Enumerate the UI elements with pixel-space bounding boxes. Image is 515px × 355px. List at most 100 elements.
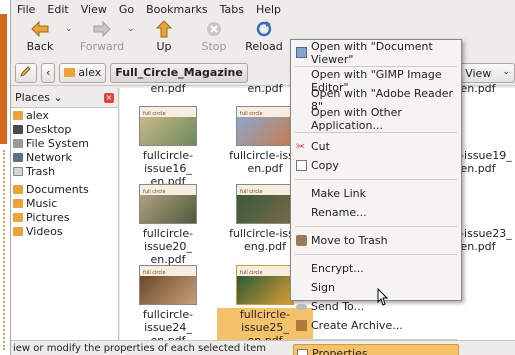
sidebar-item-label: File System (26, 136, 89, 150)
stop-label: Stop (201, 40, 227, 53)
breadcrumb-left-arrow[interactable]: ‹ (41, 62, 56, 83)
pdf-thumbnail: full circle (139, 106, 197, 146)
sidebar-item-label: Desktop (26, 122, 72, 136)
file-item[interactable]: full circle fullcircle-issue16_ en.pdf (120, 106, 216, 188)
file-item[interactable]: full circle fullcircle-issue20_ en.pdf (120, 184, 216, 266)
menu-item-label: Cut (311, 140, 330, 153)
menu-item-cut[interactable]: ✂ Cut (291, 137, 461, 156)
sidebar-item-label: Pictures (26, 210, 70, 224)
edit-location-toggle[interactable] (15, 62, 37, 83)
home-folder-icon (64, 68, 76, 77)
menu-view[interactable]: View (81, 3, 107, 16)
properties-icon (297, 349, 308, 355)
folder-icon (13, 198, 23, 208)
menu-item-properties[interactable]: Properties (293, 344, 459, 355)
folder-icon (13, 226, 23, 236)
file-name-line1: fullcircle-issue16_ (142, 149, 194, 175)
file-item[interactable]: en.pdf (120, 82, 216, 95)
back-arrow-icon (31, 20, 49, 38)
sidebar-item-trash[interactable]: Trash (11, 164, 118, 178)
sidebar-item-music[interactable]: Music (11, 196, 118, 210)
menu-item-open-document-viewer[interactable]: Open with "Document Viewer" (291, 40, 461, 66)
menu-file[interactable]: File (17, 3, 35, 16)
menu-item-label: Sign (311, 281, 335, 294)
document-viewer-icon (296, 47, 307, 58)
places-dropdown[interactable]: Places ⌄ (15, 91, 63, 104)
forward-button[interactable]: Forward (77, 18, 127, 60)
folder-icon (13, 184, 23, 194)
menu-edit[interactable]: Edit (47, 3, 68, 16)
menu-item-rename[interactable]: Rename... (291, 203, 461, 222)
menu-item-open-other[interactable]: Open with Other Application... (291, 106, 461, 132)
sidebar-item-label: Music (26, 196, 58, 210)
send-to-icon (296, 304, 307, 310)
sidebar-item-desktop[interactable]: Desktop (11, 122, 118, 136)
sidebar-item-network[interactable]: Network (11, 150, 118, 164)
sidebar-item-label: alex (26, 108, 49, 122)
chevron-down-icon: ⌄ (502, 67, 510, 77)
context-menu: Open with "Document Viewer" Open with "G… (290, 39, 462, 355)
reload-label: Reload (245, 40, 283, 53)
menu-item-label: Make Link (311, 187, 366, 200)
dotted-margin-line (3, 150, 6, 350)
breadcrumb-home[interactable]: alex (59, 62, 107, 83)
sidebar-item-documents[interactable]: Documents (11, 182, 118, 196)
network-icon (13, 152, 23, 162)
breadcrumb-current[interactable]: Full_Circle_Magazine (110, 62, 248, 83)
menu-item-create-archive[interactable]: Create Archive... (291, 316, 461, 335)
menu-item-label: Move to Trash (311, 234, 388, 247)
chevron-left-icon: ‹ (46, 66, 51, 79)
menu-item-move-to-trash[interactable]: Move to Trash (291, 231, 461, 250)
forward-history-chevron-icon[interactable]: ⌄ (127, 18, 139, 60)
breadcrumb-home-label: alex (78, 66, 102, 79)
stop-icon (205, 20, 223, 38)
mouse-pointer-icon (377, 287, 389, 310)
menu-item-encrypt[interactable]: Encrypt... (291, 259, 461, 278)
menu-bookmarks[interactable]: Bookmarks (146, 3, 207, 16)
stop-button[interactable]: Stop (189, 18, 239, 60)
menu-help[interactable]: Help (256, 3, 281, 16)
sidebar-item-alex[interactable]: alex (11, 108, 118, 122)
drive-icon (13, 138, 23, 148)
archive-icon (296, 320, 307, 331)
file-item[interactable]: full circle fullcircle-issue24_ en.pdf (120, 265, 216, 347)
breadcrumb-current-label: Full_Circle_Magazine (115, 66, 243, 79)
scissors-icon: ✂ (296, 140, 306, 153)
sidebar-item-videos[interactable]: Videos (11, 224, 118, 238)
menu-item-label: Copy (311, 159, 339, 172)
menu-separator (295, 254, 457, 255)
copy-icon (296, 160, 307, 171)
back-history-chevron-icon[interactable]: ⌄ (65, 18, 77, 60)
menu-tabs[interactable]: Tabs (220, 3, 244, 16)
file-name-line1: fullcircle-issue20_ (142, 227, 194, 253)
close-sidebar-icon[interactable]: × (104, 92, 114, 103)
back-button[interactable]: Back (15, 18, 65, 60)
pdf-thumbnail: full circle (139, 184, 197, 224)
sidebar-item-label: Documents (26, 182, 89, 196)
menu-item-make-link[interactable]: Make Link (291, 184, 461, 203)
file-name-line1: fullcircle-issue24_ (142, 308, 194, 334)
home-icon (13, 110, 23, 120)
menu-separator (295, 339, 457, 340)
pdf-thumbnail: full circle (236, 184, 294, 224)
forward-arrow-icon (93, 20, 111, 38)
menu-separator (295, 226, 457, 227)
up-label: Up (156, 40, 172, 53)
reload-button[interactable]: Reload (239, 18, 289, 60)
back-label: Back (26, 40, 54, 53)
sidebar-item-file-system[interactable]: File System (11, 136, 118, 150)
menu-item-label: Open with Other Application... (311, 105, 402, 132)
pdf-thumbnail: full circle (139, 265, 197, 305)
sidebar-item-label: Network (26, 150, 72, 164)
menu-item-copy[interactable]: Copy (291, 156, 461, 175)
sidebar-item-label: Videos (26, 224, 63, 238)
up-button[interactable]: Up (139, 18, 189, 60)
sidebar-item-label: Trash (26, 164, 56, 178)
sidebar-item-pictures[interactable]: Pictures (11, 210, 118, 224)
menu-item-send-to[interactable]: Send To... (291, 297, 461, 316)
menu-item-label: Encrypt... (311, 262, 364, 275)
menu-separator (295, 132, 457, 133)
menu-item-sign[interactable]: Sign (291, 278, 461, 297)
menu-go[interactable]: Go (119, 3, 134, 16)
menu-item-label: Rename... (311, 206, 367, 219)
